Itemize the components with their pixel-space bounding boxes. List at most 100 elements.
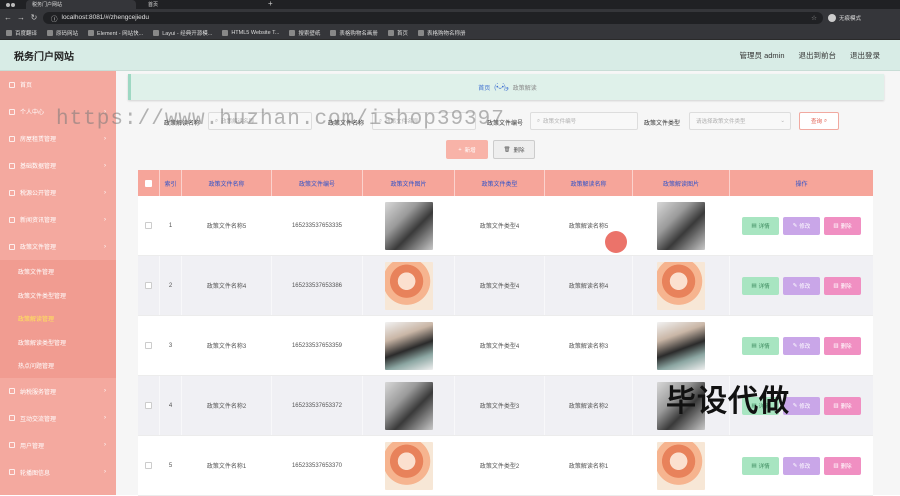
edit-button[interactable]: ✎ 修改 <box>783 276 820 295</box>
detail-button[interactable]: ▤ 详情 <box>742 216 779 235</box>
bookmark-item[interactable]: Layui - 经典开源模... <box>153 29 212 37</box>
trash-icon: 🗑 <box>503 146 511 153</box>
policy-file-image[interactable] <box>384 261 433 310</box>
info-icon[interactable]: ⓘ <box>51 13 58 23</box>
delete-button[interactable]: ▥ 删除 <box>824 336 861 355</box>
sidebar-item[interactable]: 首页 <box>0 71 116 98</box>
bookmark-star-icon[interactable]: ☆ <box>811 14 817 22</box>
detail-button[interactable]: ▤ 详情 <box>742 336 779 355</box>
sidebar-item[interactable]: 政策文件管理 › <box>0 233 116 260</box>
select-all-checkbox[interactable] <box>145 179 152 187</box>
back-to-front-link[interactable]: 退出到前台 <box>799 50 837 61</box>
interpretation-image-cell <box>633 436 730 495</box>
watermark-text: https://www.huzhan.com/ishop39397 <box>56 108 505 131</box>
edit-button[interactable]: ✎ 修改 <box>783 216 820 235</box>
sidebar-item[interactable]: 用户管理 › <box>0 432 116 459</box>
bookmark-label: Layui - 经典开源模... <box>162 30 213 37</box>
row-checkbox[interactable] <box>145 402 152 409</box>
row-actions: ▤ 详情 ✎ 修改 ▥ 删除 <box>730 316 873 375</box>
row-checkbox[interactable] <box>145 342 152 349</box>
address-bar-row: ← → ↻ ⓘ localhost:8081/#/zhengcejiedu ☆ … <box>0 9 900 26</box>
row-checkbox-cell[interactable] <box>138 256 160 315</box>
row-checkbox-cell[interactable] <box>138 316 160 375</box>
bookmark-item[interactable]: 百度翻译 <box>6 29 37 37</box>
sidebar-subitem[interactable]: 政策解读类型管理 <box>0 330 116 354</box>
bookmark-item[interactable]: HTML5 Website T... <box>222 29 279 36</box>
delete-button[interactable]: ▥ 删除 <box>824 456 861 475</box>
column-header: 政策解读图片 <box>633 170 730 196</box>
bookmark-item[interactable]: 表格购物名画册 <box>330 29 378 37</box>
bookmark-item[interactable]: Element - 网站快... <box>88 29 143 37</box>
sidebar-item[interactable]: 新闻资讯管理 › <box>0 206 116 233</box>
column-header[interactable] <box>138 170 160 196</box>
search-input-file-code[interactable]: ⌕ 政策文件编号 <box>530 112 638 130</box>
sidebar-subitem[interactable]: 政策解读管理 <box>0 307 116 331</box>
sidebar-subitem[interactable]: 政策文件类型管理 <box>0 283 116 307</box>
row-checkbox[interactable] <box>145 462 152 469</box>
breadcrumb-current: 政策解读 <box>512 85 537 92</box>
policy-file-image-cell <box>363 376 455 435</box>
trash-icon: ▥ <box>833 402 839 409</box>
detail-button[interactable]: ▤ 详情 <box>742 276 779 295</box>
query-button[interactable]: 查询 ⌕ <box>799 112 839 130</box>
chevron-icon: › <box>104 189 106 196</box>
delete-button[interactable]: ▥ 删除 <box>824 276 861 295</box>
policy-file-name: 政策文件名称5 <box>182 196 272 255</box>
interpretation-image[interactable] <box>657 201 705 250</box>
new-tab-button[interactable]: + <box>268 0 273 8</box>
column-header-label: 政策解读图片 <box>662 181 699 188</box>
detail-button[interactable]: ▤ 详情 <box>742 456 779 475</box>
chevron-icon: › <box>104 469 106 475</box>
sidebar-subitem[interactable]: 政策文件管理 <box>0 260 116 284</box>
sidebar-item-label: 首页 <box>20 83 33 89</box>
delete-button[interactable]: ▥ 删除 <box>824 396 861 415</box>
policy-file-image[interactable] <box>384 441 433 490</box>
bookmark-item[interactable]: 搜索壁纸 <box>289 29 320 37</box>
bookmark-favicon-icon <box>153 29 160 36</box>
edit-button[interactable]: ✎ 修改 <box>783 336 820 355</box>
policy-file-image-cell <box>363 196 455 255</box>
reload-icon[interactable]: ↻ <box>30 13 38 22</box>
row-checkbox-cell[interactable] <box>138 196 160 255</box>
policy-file-type: 政策文件类型2 <box>455 436 545 495</box>
row-checkbox-cell[interactable] <box>138 376 160 435</box>
bulk-delete-button[interactable]: 🗑 删除 <box>493 140 535 159</box>
sidebar-item[interactable]: 互动交流管理 › <box>0 405 116 432</box>
search-select-file-type[interactable]: 请选择政策文件类型 ⌄ <box>689 112 791 130</box>
incognito-profile[interactable]: 无痕模式 <box>828 13 861 22</box>
edit-icon: ✎ <box>792 402 798 409</box>
back-icon[interactable]: ← <box>4 13 12 22</box>
bookmark-item[interactable]: 首页 <box>387 29 408 37</box>
bookmark-item[interactable]: 表格购物名称册 <box>417 29 465 37</box>
policy-file-image[interactable] <box>384 201 433 250</box>
url-bar[interactable]: ⓘ localhost:8081/#/zhengcejiedu ☆ <box>43 11 823 24</box>
sidebar-item[interactable]: 纳税服务管理 › <box>0 378 116 405</box>
interpretation-image[interactable] <box>657 261 705 310</box>
sidebar-item[interactable]: 税源公开管理 › <box>0 179 116 206</box>
browser-tab-active[interactable]: 税务门户网站 <box>26 0 136 9</box>
forward-icon[interactable]: → <box>17 13 25 22</box>
chevron-icon: › <box>104 243 106 250</box>
sidebar-item[interactable]: 轮播图信息 › <box>0 459 116 486</box>
interpretation-image[interactable] <box>657 441 705 490</box>
edit-button[interactable]: ✎ 修改 <box>783 456 820 475</box>
bookmark-item[interactable]: 原码网站 <box>47 29 78 37</box>
url-text: localhost:8081/#/zhengcejiedu <box>61 14 149 21</box>
add-button[interactable]: + 新增 <box>446 140 488 159</box>
policy-file-image[interactable] <box>384 381 433 430</box>
sidebar-subitem[interactable]: 热点问题管理 <box>0 354 116 378</box>
sidebar-item[interactable]: 基础数据管理 › <box>0 152 116 179</box>
breadcrumb-home[interactable]: 首页 <box>478 83 490 92</box>
edit-icon: ✎ <box>792 282 798 289</box>
browser-tab[interactable]: 首页 <box>142 0 252 9</box>
delete-button[interactable]: ▥ 删除 <box>824 216 861 235</box>
policy-file-type: 政策文件类型4 <box>455 316 545 375</box>
row-checkbox[interactable] <box>145 222 152 229</box>
window-controls[interactable] <box>6 2 16 7</box>
policy-file-image[interactable] <box>384 321 433 370</box>
interpretation-image[interactable] <box>657 321 705 370</box>
logout-link[interactable]: 退出登录 <box>850 50 880 61</box>
row-checkbox-cell[interactable] <box>138 436 160 495</box>
row-checkbox[interactable] <box>145 282 152 289</box>
table-row: 3 政策文件名称3 165233537653359 政策文件类型4 政策解读名称3 ▤ 详情… <box>138 316 873 376</box>
